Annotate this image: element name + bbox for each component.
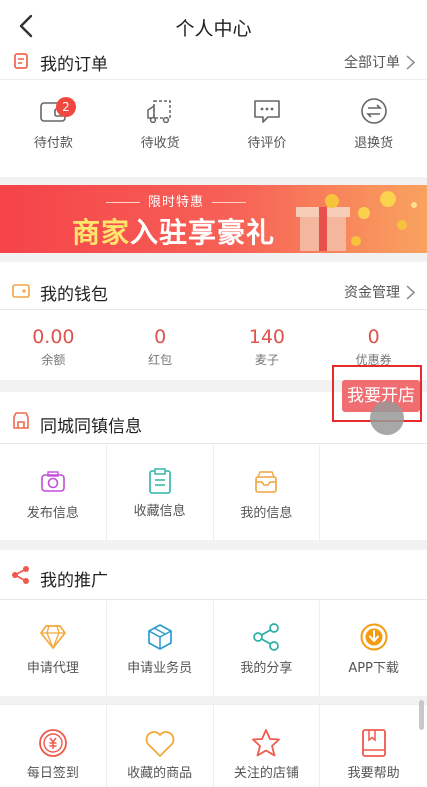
wallet-label: 红包 xyxy=(148,353,173,367)
gift-box-icon xyxy=(296,191,417,251)
inbox-icon xyxy=(255,471,278,493)
favorite-goods[interactable]: 收藏的商品 xyxy=(107,705,214,787)
wallet-value: 0 xyxy=(367,326,380,348)
favorite-info[interactable]: 收藏信息 xyxy=(107,445,214,540)
wallet-label: 余额 xyxy=(41,353,66,367)
promo-label: APP下载 xyxy=(348,661,399,676)
info-label: 我的信息 xyxy=(240,506,293,521)
page-title: 个人中心 xyxy=(175,18,252,40)
wallet-header[interactable]: 我的钱包 资金管理 xyxy=(0,272,427,310)
chevron-right-icon xyxy=(406,284,415,300)
wallet-title: 我的钱包 xyxy=(40,285,108,305)
wallet-value: 0.00 xyxy=(32,326,75,348)
service-label: 我要帮助 xyxy=(347,766,400,781)
promo-label: 申请代理 xyxy=(26,661,79,676)
local-info-title: 同城同镇信息 xyxy=(40,417,142,437)
all-orders-label: 全部订单 xyxy=(344,55,400,71)
banner-rest: 入驻享豪礼 xyxy=(130,216,276,249)
order-pending-payment[interactable]: 2 待付款 xyxy=(0,96,107,166)
orders-header[interactable]: 我的订单 全部订单 xyxy=(0,42,427,80)
order-item-label: 待评价 xyxy=(247,136,287,151)
wallet-balance[interactable]: 0.00 余额 xyxy=(0,312,107,378)
promo-label: 我的分享 xyxy=(240,661,293,676)
order-return-exchange[interactable]: 退换货 xyxy=(320,96,427,166)
chevron-right-icon xyxy=(406,54,415,70)
orders-title: 我的订单 xyxy=(40,55,108,75)
diamond-icon xyxy=(40,625,66,650)
merchant-banner[interactable]: 限时特惠 商家入驻享豪礼 xyxy=(0,185,427,253)
shop-icon xyxy=(13,412,29,429)
wallet-value: 0 xyxy=(154,326,167,348)
camera-icon xyxy=(41,471,65,492)
comment-icon xyxy=(254,100,280,123)
banner-highlight: 商家 xyxy=(72,216,131,249)
download-icon xyxy=(360,623,388,651)
floating-close-button[interactable] xyxy=(370,401,404,435)
exchange-icon xyxy=(360,98,387,124)
fund-management-link[interactable]: 资金管理 xyxy=(344,282,415,302)
service-label: 每日签到 xyxy=(26,766,79,781)
empty-cell xyxy=(320,445,427,540)
info-label: 发布信息 xyxy=(26,506,79,521)
order-pending-review[interactable]: 待评价 xyxy=(214,96,321,166)
fund-management-label: 资金管理 xyxy=(344,285,400,301)
apply-agent[interactable]: 申请代理 xyxy=(0,601,107,696)
star-icon xyxy=(252,729,281,757)
cube-icon xyxy=(147,624,172,650)
banner-tag: 限时特惠 xyxy=(98,191,254,210)
wallet-label: 麦子 xyxy=(254,353,279,367)
info-label: 收藏信息 xyxy=(133,504,186,519)
app-download[interactable]: APP下载 xyxy=(320,601,427,696)
wallet-small-icon xyxy=(12,284,30,298)
wallet-value: 140 xyxy=(248,326,285,348)
my-info[interactable]: 我的信息 xyxy=(214,445,321,540)
pending-payment-badge: 2 xyxy=(56,97,76,117)
heart-icon xyxy=(145,731,175,757)
all-orders-link[interactable]: 全部订单 xyxy=(344,52,415,72)
promotion-section: 我的推广 申请代理 申请业务员 我的分享 APP下载 xyxy=(0,550,427,696)
share-icon xyxy=(253,623,280,651)
coin-icon xyxy=(38,729,67,757)
apply-salesman[interactable]: 申请业务员 xyxy=(107,601,214,696)
wallet-red-packet[interactable]: 0 红包 xyxy=(107,312,214,378)
wallet-wheat[interactable]: 140 麦子 xyxy=(214,312,321,378)
share-small-icon xyxy=(12,566,29,584)
orders-icon xyxy=(14,53,28,69)
promotion-title: 我的推广 xyxy=(40,571,108,591)
scrollbar[interactable] xyxy=(419,700,424,730)
daily-checkin[interactable]: 每日签到 xyxy=(0,705,107,787)
orders-section: 我的订单 全部订单 2 待付款 待收货 待评价 退换货 xyxy=(0,42,427,177)
followed-shops[interactable]: 关注的店铺 xyxy=(214,705,321,787)
promotion-header: 我的推广 xyxy=(0,554,427,600)
promo-label: 申请业务员 xyxy=(127,661,193,676)
banner-headline: 商家入驻享豪礼 xyxy=(72,211,275,251)
help[interactable]: 我要帮助 xyxy=(320,705,427,787)
help-book-icon xyxy=(361,729,386,757)
clipboard-icon xyxy=(148,468,171,494)
service-label: 收藏的商品 xyxy=(127,766,193,781)
services-section: 每日签到 收藏的商品 关注的店铺 我要帮助 xyxy=(0,704,427,787)
service-label: 关注的店铺 xyxy=(233,766,299,781)
order-item-label: 待付款 xyxy=(33,136,73,151)
order-item-label: 待收货 xyxy=(140,136,180,151)
truck-icon xyxy=(147,100,171,124)
order-item-label: 退换货 xyxy=(354,136,394,151)
wallet-section: 我的钱包 资金管理 0.00 余额 0 红包 140 麦子 0 优惠券 xyxy=(0,262,427,380)
order-pending-receipt[interactable]: 待收货 xyxy=(107,96,214,166)
my-share[interactable]: 我的分享 xyxy=(214,601,321,696)
publish-info[interactable]: 发布信息 xyxy=(0,445,107,540)
